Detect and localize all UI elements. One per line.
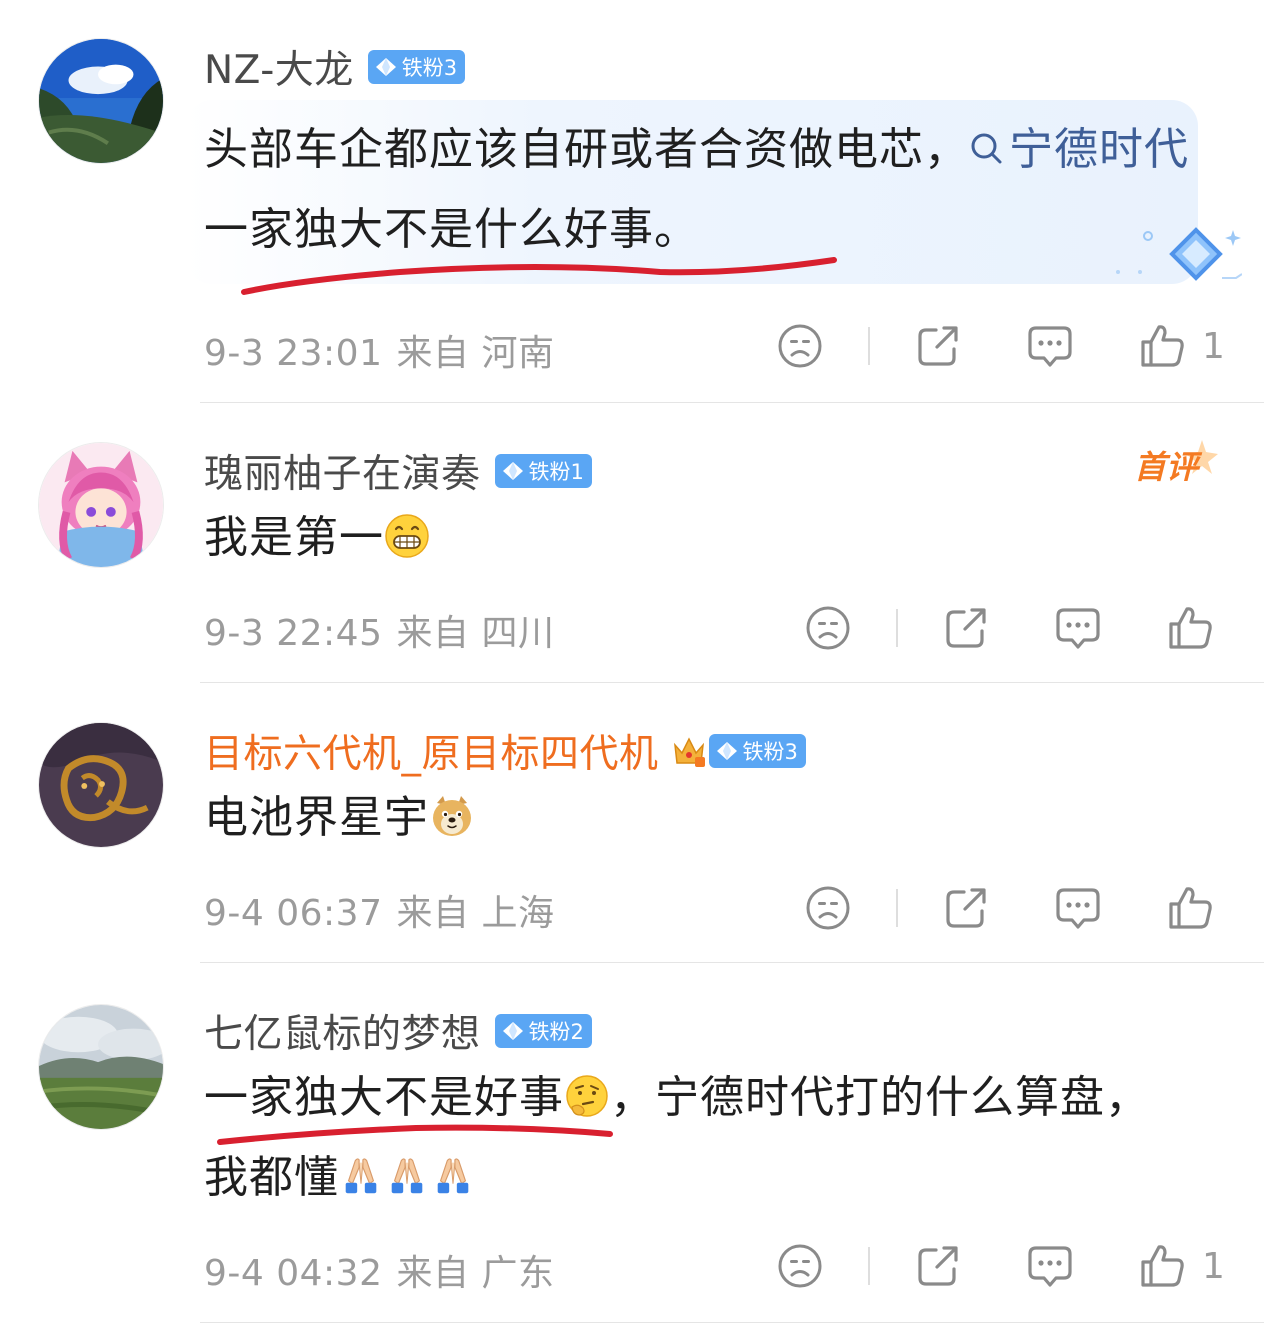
timestamp: 9-4 06:37 — [204, 893, 383, 934]
comment-icon[interactable] — [1026, 322, 1074, 370]
fan-badge[interactable]: 铁粉1 — [494, 454, 592, 488]
frown-icon[interactable] — [804, 884, 852, 932]
location: 河南 — [481, 333, 555, 374]
avatar[interactable] — [38, 38, 164, 164]
crown-icon — [673, 737, 705, 767]
location: 上海 — [481, 893, 555, 934]
badge-label: 铁粉1 — [528, 460, 584, 484]
comment-text-part: 我是第一 — [204, 512, 384, 563]
frown-icon[interactable] — [776, 322, 824, 370]
username[interactable]: 七亿鼠标的梦想 — [204, 1003, 481, 1059]
pray-emoji-icon — [385, 1154, 429, 1198]
comment-text: 电池界星宇 — [204, 778, 1194, 858]
divider — [200, 402, 1264, 403]
grin-emoji-icon — [384, 513, 430, 559]
comment-meta: 9-4 06:37 来自 上海 — [204, 884, 555, 936]
from-label: 来自 — [396, 893, 470, 934]
timestamp: 9-4 04:32 — [204, 1253, 383, 1294]
comment-icon[interactable] — [1054, 884, 1102, 932]
like-count: 1 — [1202, 1245, 1225, 1287]
comment-icon[interactable] — [1026, 1242, 1074, 1290]
doge-emoji-icon — [429, 793, 475, 839]
thinking-emoji-icon — [564, 1073, 610, 1119]
comment-text: 我是第一 — [204, 498, 1194, 578]
red-underline-annotation — [241, 257, 837, 295]
pray-emoji-icon — [339, 1154, 383, 1198]
comment-text-part: 一家独大不是好事 — [204, 1072, 564, 1123]
comment-meta: 9-4 04:32 来自 广东 — [204, 1244, 555, 1296]
location: 广东 — [481, 1253, 555, 1294]
fan-badge[interactable]: 铁粉2 — [494, 1014, 592, 1048]
share-icon[interactable] — [942, 884, 990, 932]
badge-label: 铁粉2 — [528, 1020, 584, 1044]
share-icon[interactable] — [914, 1242, 962, 1290]
fan-badge[interactable]: 铁粉3 — [367, 50, 466, 84]
frown-icon[interactable] — [804, 604, 852, 652]
username[interactable]: 目标六代机_原目标四代机 — [204, 723, 659, 779]
divider — [200, 1322, 1264, 1323]
username[interactable]: 瑰丽柚子在演奏 — [204, 443, 481, 499]
share-icon[interactable] — [914, 322, 962, 370]
divider-bar — [896, 889, 898, 927]
divider-bar — [868, 1247, 870, 1285]
fan-badge[interactable]: 铁粉3 — [708, 734, 806, 768]
like-count: 1 — [1202, 325, 1225, 367]
comment-text-part: 电池界星宇 — [204, 792, 429, 843]
thumbs-up-icon[interactable] — [1166, 884, 1214, 932]
topic-link[interactable]: 宁德时代 — [969, 124, 1189, 175]
avatar[interactable] — [38, 442, 164, 568]
red-underline-annotation — [217, 1124, 613, 1145]
thumbs-up-icon[interactable] — [1138, 322, 1186, 370]
avatar[interactable] — [38, 1004, 164, 1130]
topic-label: 宁德时代 — [1009, 124, 1189, 175]
timestamp: 9-3 22:45 — [204, 613, 383, 654]
diamond-icon — [374, 57, 398, 77]
svg-text:首评: 首评 — [1134, 449, 1203, 485]
divider-bar — [896, 609, 898, 647]
pray-emoji-icon — [431, 1154, 475, 1198]
badge-label: 铁粉3 — [742, 740, 798, 764]
share-icon[interactable] — [942, 604, 990, 652]
first-comment-tag: 首评 — [1134, 440, 1218, 485]
divider — [200, 962, 1264, 963]
divider — [200, 682, 1264, 683]
frown-icon[interactable] — [776, 1242, 824, 1290]
comment-icon[interactable] — [1054, 604, 1102, 652]
comment-text-part: 头部车企都应该自研或者合资做电芯， — [204, 124, 969, 175]
diamond-icon — [715, 741, 739, 761]
thumbs-up-icon[interactable] — [1138, 1242, 1186, 1290]
from-label: 来自 — [396, 333, 470, 374]
avatar[interactable] — [38, 722, 164, 848]
search-icon — [971, 133, 1002, 164]
diamond-icon — [501, 1021, 525, 1041]
username[interactable]: NZ-大龙 — [204, 39, 354, 95]
comment-text: 头部车企都应该自研或者合资做电芯， 宁德时代 一家独大不是什么好事。 — [204, 110, 1194, 270]
location: 四川 — [481, 613, 555, 654]
comment-meta: 9-3 23:01 来自 河南 — [204, 324, 555, 376]
comment-meta: 9-3 22:45 来自 四川 — [204, 604, 555, 656]
timestamp: 9-3 23:01 — [204, 333, 383, 374]
from-label: 来自 — [396, 1253, 470, 1294]
thumbs-up-icon[interactable] — [1166, 604, 1214, 652]
comment-text-part: 一家独大不是什么好事。 — [204, 204, 699, 255]
diamond-icon — [501, 461, 525, 481]
divider-bar — [868, 327, 870, 365]
badge-label: 铁粉3 — [401, 56, 458, 80]
from-label: 来自 — [396, 613, 470, 654]
